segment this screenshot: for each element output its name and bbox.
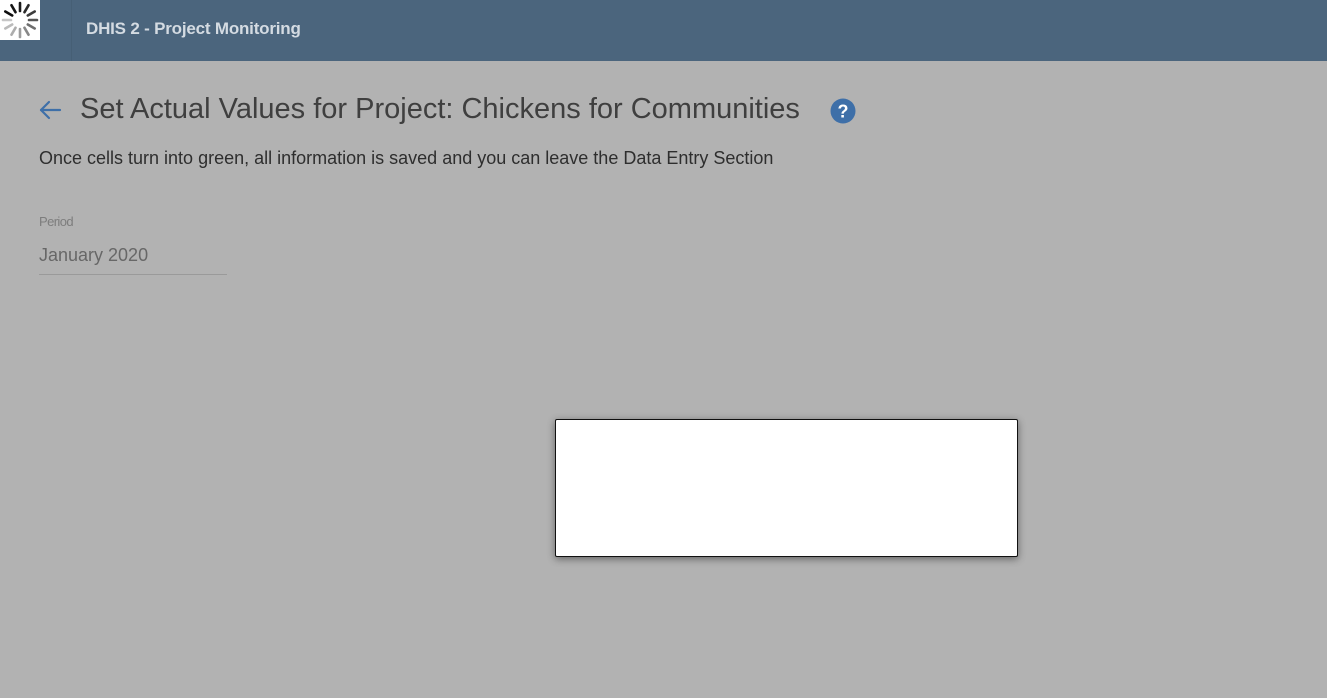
question-circle-icon[interactable]: ?: [830, 98, 856, 124]
loading-dialog: [555, 419, 1018, 557]
app-title[interactable]: DHIS 2 - Project Monitoring: [86, 19, 301, 39]
page-title: Set Actual Values for Project: Chickens …: [80, 93, 800, 125]
header-divider: [71, 0, 72, 61]
instructions-text: Once cells turn into green, all informat…: [39, 148, 774, 168]
spinner-icon: [0, 0, 40, 40]
period-value[interactable]: January 2020: [39, 245, 148, 266]
app-header: DHIS 2 - Project Monitoring: [0, 0, 1327, 61]
svg-text:?: ?: [838, 102, 849, 122]
period-label: Period: [39, 214, 74, 229]
period-underline: [39, 274, 227, 275]
arrow-left-icon[interactable]: [37, 98, 63, 122]
